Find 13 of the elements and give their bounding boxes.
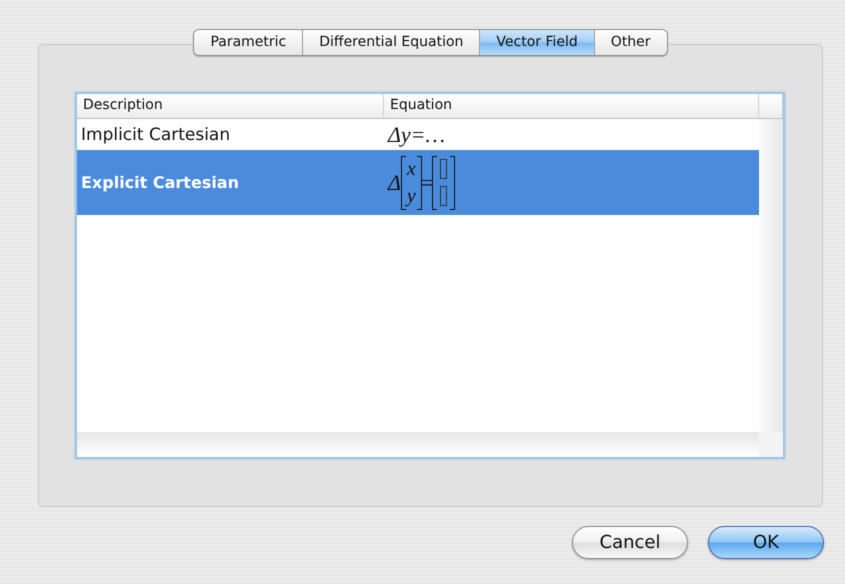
tab[interactable]: Other bbox=[594, 30, 667, 55]
column-header[interactable]: Equation bbox=[384, 94, 759, 119]
equation-text: Δy=… bbox=[388, 122, 446, 148]
tab[interactable]: Parametric bbox=[194, 30, 302, 55]
table-cell[interactable]: Implicit Cartesian bbox=[77, 119, 384, 150]
header-corner bbox=[759, 94, 783, 119]
column-header[interactable]: Description bbox=[77, 94, 384, 119]
tab[interactable]: Differential Equation bbox=[302, 30, 480, 55]
horizontal-scrollbar[interactable] bbox=[77, 432, 759, 457]
vertical-scrollbar[interactable] bbox=[759, 119, 783, 432]
tab[interactable]: Vector Field bbox=[479, 30, 594, 55]
cancel-button[interactable]: Cancel bbox=[572, 526, 688, 559]
ok-button[interactable]: OK bbox=[708, 526, 824, 559]
